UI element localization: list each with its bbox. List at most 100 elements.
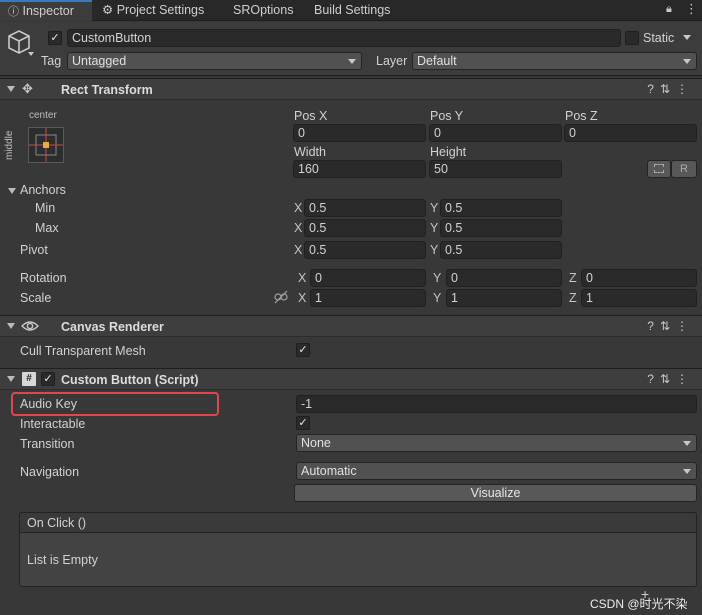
pos-z-field[interactable]: 0 (564, 124, 697, 142)
audio-key-field[interactable]: -1 (296, 395, 697, 413)
height-label: Height (430, 145, 467, 159)
component-header-icons[interactable]: ?⇅⋮ (647, 372, 694, 386)
scale-x-axis-label: X (298, 291, 307, 305)
anchor-min-y-field[interactable]: 0.5 (440, 199, 562, 217)
pivot-x-field[interactable]: 0.5 (304, 241, 426, 259)
anchor-preset-h-label: center (29, 110, 57, 121)
constrain-proportions-icon[interactable] (274, 290, 288, 307)
blueprint-mode-button[interactable] (647, 160, 671, 178)
on-click-title: On Click () (27, 516, 87, 530)
anchor-max-label: Max (35, 221, 59, 235)
anchors-foldout[interactable] (8, 183, 20, 197)
foldout-arrow-icon[interactable] (7, 86, 15, 92)
scale-z-field[interactable]: 1 (581, 289, 697, 307)
on-click-header (19, 512, 697, 533)
pos-x-label: Pos X (294, 109, 328, 123)
rotation-label: Rotation (20, 271, 67, 285)
object-name-field[interactable]: CustomButton (67, 29, 621, 47)
rotation-z-field[interactable]: 0 (581, 269, 697, 287)
pivot-x-axis-label: X (294, 243, 303, 257)
min-y-axis-label: Y (430, 201, 439, 215)
anchor-min-label: Min (35, 201, 56, 215)
foldout-arrow-icon[interactable] (7, 376, 15, 382)
transition-dropdown[interactable]: None (296, 434, 697, 452)
tab-build-settings[interactable]: Build Settings (314, 0, 390, 21)
audio-key-label: Audio Key (20, 397, 77, 411)
height-field[interactable]: 50 (429, 160, 562, 178)
component-header-icons[interactable]: ?⇅⋮ (647, 82, 694, 96)
scale-y-axis-label: Y (433, 291, 442, 305)
max-y-axis-label: Y (430, 221, 439, 235)
max-x-axis-label: X (294, 221, 303, 235)
anchor-preset-icon (29, 128, 63, 162)
watermark-text: CSDN @时光不染 (590, 597, 688, 611)
pivot-label: Pivot (20, 243, 48, 257)
canvas-renderer-header[interactable]: Canvas Renderer ?⇅⋮ (0, 315, 702, 337)
interactable-checkbox[interactable]: ✓ (296, 416, 310, 430)
chevron-down-icon (348, 59, 356, 64)
pos-y-label: Pos Y (430, 109, 464, 123)
scale-y-field[interactable]: 1 (446, 289, 562, 307)
gear-icon: ⚙ (102, 3, 114, 17)
cull-transparent-mesh-checkbox[interactable]: ✓ (296, 343, 310, 357)
cube-icon (6, 28, 34, 61)
anchor-max-x-field[interactable]: 0.5 (304, 219, 426, 237)
interactable-label: Interactable (20, 417, 86, 431)
rotation-x-field[interactable]: 0 (310, 269, 426, 287)
navigation-label: Navigation (20, 465, 80, 479)
active-checkbox[interactable]: ✓ (48, 31, 62, 45)
rot-x-axis-label: X (298, 271, 307, 285)
tab-bar: ⓘ Inspector ⚙ Project Settings SROptions… (0, 0, 702, 21)
scale-label: Scale (20, 291, 52, 305)
tag-label: Tag (41, 54, 62, 68)
pivot-y-field[interactable]: 0.5 (440, 241, 562, 259)
pos-x-field[interactable]: 0 (293, 124, 426, 142)
chevron-down-icon (683, 469, 691, 474)
rect-transform-header[interactable]: ✥ Rect Transform ?⇅⋮ (0, 78, 702, 100)
static-dropdown-icon[interactable] (683, 35, 691, 40)
width-field[interactable]: 160 (293, 160, 426, 178)
raw-edit-button[interactable]: R (671, 160, 697, 178)
navigation-dropdown[interactable]: Automatic (296, 462, 697, 480)
component-title: Canvas Renderer (61, 320, 164, 334)
chevron-down-icon (683, 59, 691, 64)
component-enabled-checkbox[interactable]: ✓ (41, 372, 55, 386)
pos-y-field[interactable]: 0 (429, 124, 562, 142)
tab-sroptions[interactable]: SROptions (233, 0, 293, 21)
scale-z-axis-label: Z (569, 291, 577, 305)
static-label: Static (643, 31, 675, 45)
tag-dropdown[interactable]: Untagged (67, 52, 362, 70)
anchor-preset-button[interactable] (28, 127, 64, 163)
custom-button-header[interactable]: # ✓ Custom Button (Script) ?⇅⋮ (0, 368, 702, 390)
rot-z-axis-label: Z (569, 271, 577, 285)
info-icon: ⓘ (8, 6, 19, 18)
tab-inspector[interactable]: ⓘ Inspector (0, 0, 92, 21)
anchor-preset-v-label: middle (4, 130, 15, 160)
component-title: Custom Button (Script) (61, 373, 199, 387)
scale-x-field[interactable]: 1 (310, 289, 426, 307)
anchor-min-x-field[interactable]: 0.5 (304, 199, 426, 217)
tab-project-settings[interactable]: ⚙ Project Settings (102, 0, 204, 21)
rotation-y-field[interactable]: 0 (446, 269, 562, 287)
blueprint-icon (654, 164, 664, 173)
pivot-y-axis-label: Y (430, 243, 439, 257)
anchors-label: Anchors (20, 183, 66, 197)
rot-y-axis-label: Y (433, 271, 442, 285)
cull-transparent-mesh-label: Cull Transparent Mesh (20, 344, 146, 358)
visualize-button[interactable]: Visualize (294, 484, 697, 502)
component-header-icons[interactable]: ?⇅⋮ (647, 319, 694, 333)
width-label: Width (294, 145, 326, 159)
foldout-arrow-icon[interactable] (7, 323, 15, 329)
eye-icon (21, 317, 39, 338)
min-x-axis-label: X (294, 201, 303, 215)
layer-dropdown[interactable]: Default (412, 52, 697, 70)
rect-transform-icon: ✥ (22, 81, 33, 96)
static-checkbox[interactable] (625, 31, 639, 45)
chevron-down-icon (683, 441, 691, 446)
more-menu-icon[interactable]: ⋮ (685, 1, 698, 17)
lock-icon[interactable]: 🔒︎ (666, 3, 672, 16)
foldout-arrow-icon (8, 187, 16, 194)
pos-z-label: Pos Z (565, 109, 598, 123)
anchor-max-y-field[interactable]: 0.5 (440, 219, 562, 237)
list-empty-label: List is Empty (27, 553, 98, 567)
